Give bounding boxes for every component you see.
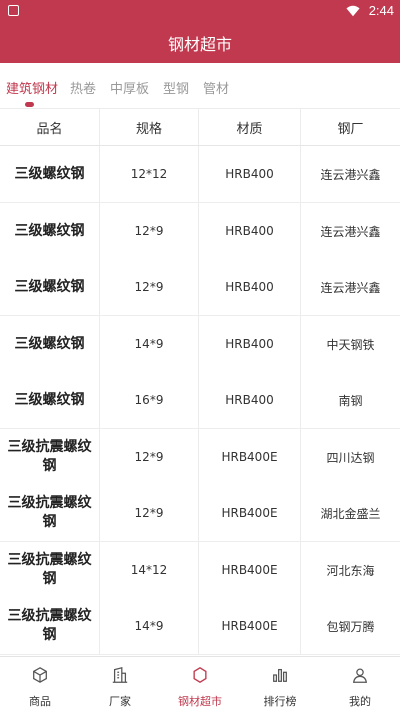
nav-manufacturers[interactable]: 厂家 <box>80 657 160 710</box>
product-spec: 14*12 <box>100 542 199 598</box>
user-icon <box>352 668 368 683</box>
product-mill: 南钢 <box>338 393 363 408</box>
product-mill: 四川达钢 <box>326 450 375 465</box>
product-material: HRB400 <box>199 259 301 315</box>
table-row[interactable]: 三级螺纹钢 16*9 HRB400 南钢 <box>0 372 400 429</box>
header-mill: 钢厂 <box>337 121 364 137</box>
hexagon-icon <box>193 667 207 683</box>
product-name: 三级螺纹钢 <box>0 203 100 259</box>
tab-hot-coil[interactable]: 热卷 <box>70 78 96 97</box>
cube-icon <box>33 667 47 683</box>
product-name: 三级螺纹钢 <box>0 316 100 372</box>
product-material: HRB400E <box>199 542 301 598</box>
status-bar: 2:44 <box>0 0 400 22</box>
table-row[interactable]: 三级螺纹钢 14*9 HRB400 中天钢铁 <box>0 316 400 373</box>
nav-steel-market[interactable]: 钢材超市 <box>160 657 240 710</box>
tab-medium-plate[interactable]: 中厚板 <box>110 78 149 97</box>
tab-pipe[interactable]: 管材 <box>203 78 229 97</box>
product-material: HRB400 <box>199 146 301 202</box>
product-material: HRB400E <box>199 485 301 541</box>
tab-construction-steel[interactable]: 建筑钢材 <box>6 78 58 97</box>
product-list[interactable]: 三级螺纹钢 12*12 HRB400 连云港兴鑫 三级螺纹钢 12*9 HRB4… <box>0 146 400 656</box>
product-name: 三级抗震螺纹钢 <box>0 485 100 541</box>
product-spec: 12*9 <box>100 485 199 541</box>
product-mill: 包钢万腾 <box>326 619 375 634</box>
table-row[interactable]: 三级抗震螺纹钢 14*9 HRB400E 包钢万腾 <box>0 598 400 655</box>
table-row[interactable]: 三级抗震螺纹钢 14*12 HRB400E 河北东海 <box>0 542 400 599</box>
table-row[interactable]: 三级螺纹钢 12*9 HRB400 连云港兴鑫 <box>0 203 400 260</box>
product-name: 三级抗震螺纹钢 <box>0 542 100 598</box>
category-tabs: 建筑钢材 热卷 中厚板 型钢 管材 <box>0 63 400 109</box>
product-mill: 连云港兴鑫 <box>320 167 381 182</box>
product-mill: 连云港兴鑫 <box>320 224 381 239</box>
tab-section-steel[interactable]: 型钢 <box>163 78 189 97</box>
product-name: 三级抗震螺纹钢 <box>0 598 100 654</box>
product-spec: 12*9 <box>100 429 199 485</box>
product-material: HRB400 <box>199 203 301 259</box>
nav-label: 钢材超市 <box>178 695 222 708</box>
nav-label: 我的 <box>349 695 371 708</box>
product-spec: 12*12 <box>100 146 199 202</box>
nav-products[interactable]: 商品 <box>0 657 80 710</box>
table-row[interactable]: 三级抗震螺纹钢 12*9 HRB400E 湖北金盛兰 <box>0 485 400 542</box>
nav-profile[interactable]: 我的 <box>320 657 400 710</box>
product-name: 三级螺纹钢 <box>0 372 100 428</box>
table-row[interactable]: 三级抗震螺纹钢 12*9 HRB400E 四川达钢 <box>0 429 400 486</box>
product-spec: 12*9 <box>100 259 199 315</box>
app-bar: 钢材超市 <box>0 22 400 63</box>
tab-indicator <box>25 102 34 107</box>
header-spec: 规格 <box>100 109 199 145</box>
bottom-nav: 商品 厂家 钢材超市 排行榜 我的 <box>0 656 400 710</box>
status-time: 2:44 <box>368 3 394 18</box>
nav-label: 商品 <box>29 695 51 708</box>
table-header: 品名 规格 材质 钢厂 <box>0 109 400 146</box>
product-spec: 14*9 <box>100 598 199 654</box>
table-row[interactable]: 三级螺纹钢 12*9 HRB400 连云港兴鑫 <box>0 259 400 316</box>
nav-label: 排行榜 <box>263 695 297 708</box>
product-spec: 12*9 <box>100 203 199 259</box>
product-mill: 河北东海 <box>326 563 375 578</box>
product-mill: 湖北金盛兰 <box>320 506 381 521</box>
header-material: 材质 <box>199 109 301 145</box>
product-mill: 连云港兴鑫 <box>320 280 381 295</box>
header-name: 品名 <box>0 109 100 145</box>
product-spec: 14*9 <box>100 316 199 372</box>
bar-chart-icon <box>273 668 287 682</box>
table-row[interactable]: 三级螺纹钢 12*12 HRB400 连云港兴鑫 <box>0 146 400 203</box>
product-material: HRB400E <box>199 598 301 654</box>
nav-label: 厂家 <box>109 695 131 708</box>
page-title: 钢材超市 <box>167 34 232 54</box>
product-material: HRB400E <box>199 429 301 485</box>
building-icon <box>112 666 128 683</box>
product-material: HRB400 <box>199 372 301 428</box>
product-spec: 16*9 <box>100 372 199 428</box>
product-mill: 中天钢铁 <box>326 337 375 352</box>
notification-icon <box>8 5 19 16</box>
product-material: HRB400 <box>199 316 301 372</box>
product-name: 三级抗震螺纹钢 <box>0 429 100 485</box>
product-name: 三级螺纹钢 <box>0 146 100 202</box>
product-name: 三级螺纹钢 <box>0 259 100 315</box>
wifi-icon <box>346 5 360 17</box>
nav-ranking[interactable]: 排行榜 <box>240 657 320 710</box>
